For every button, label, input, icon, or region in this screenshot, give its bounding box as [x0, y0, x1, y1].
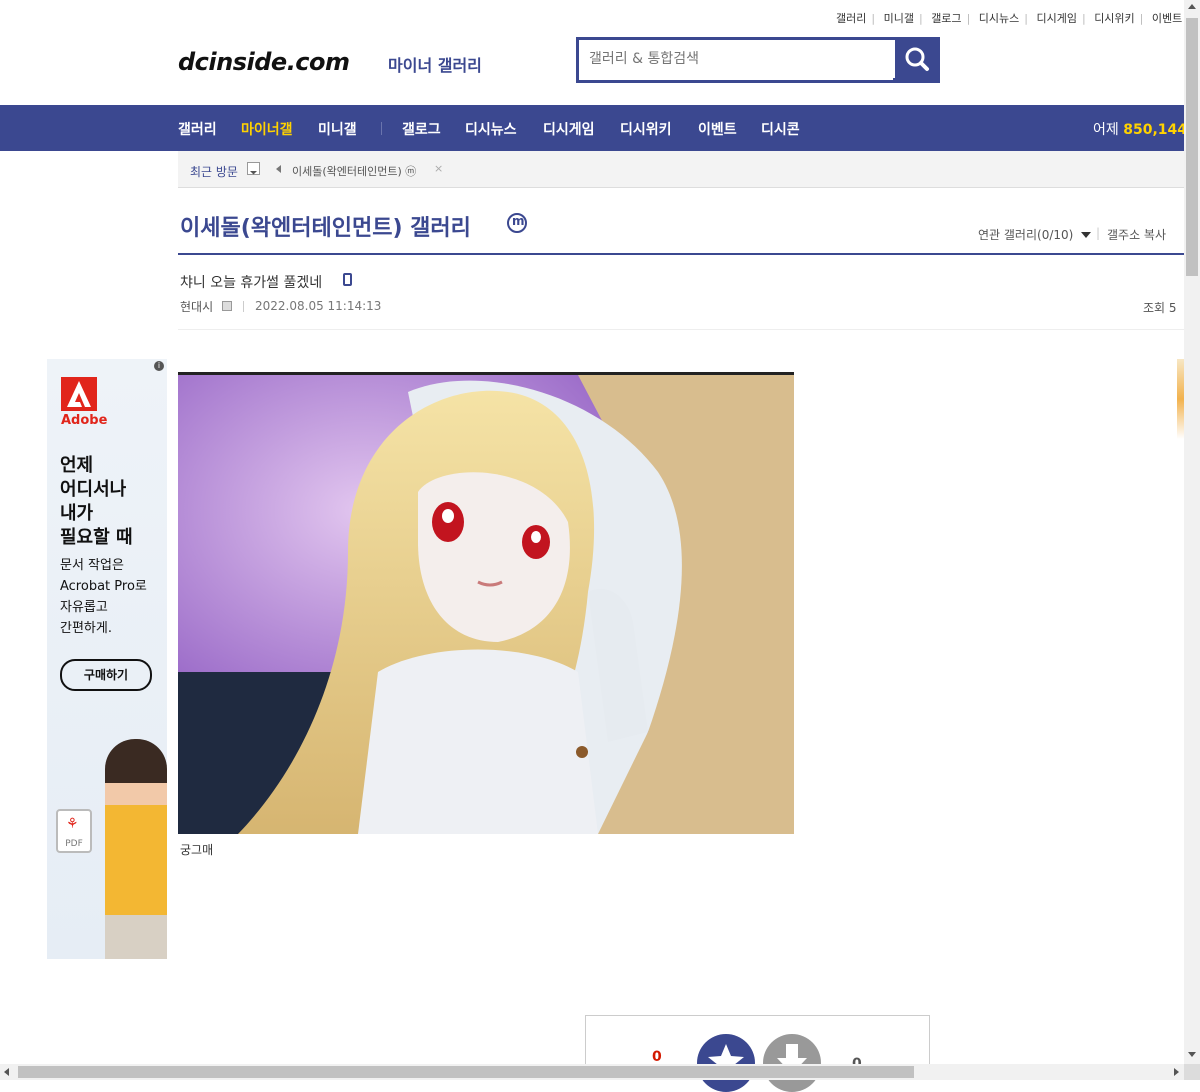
util-link-event[interactable]: 이벤트	[1152, 12, 1182, 25]
related-galleries[interactable]: 연관 갤러리(0/10)	[978, 226, 1092, 243]
post-title: 챠니 오늘 휴가썰 풀겠네	[180, 275, 323, 291]
horizontal-scrollbar[interactable]	[0, 1064, 1184, 1080]
recent-visit-bar: 최근 방문 이세돌(왁엔터테인먼트) ⓜ ×	[178, 151, 1184, 188]
nav-item-mini-gallery[interactable]: 미니갤	[318, 119, 357, 139]
ad-buy-button[interactable]: 구매하기	[60, 659, 152, 691]
post-views: 조회 5	[1143, 301, 1177, 315]
chevron-down-icon	[250, 171, 257, 175]
image-caption: 궁그매	[180, 843, 214, 857]
search-input[interactable]	[579, 40, 899, 78]
post-header-divider	[178, 329, 1184, 330]
scroll-left-icon[interactable]	[4, 1068, 9, 1076]
site-logo[interactable]: dcinside.com	[178, 48, 350, 76]
yesterday-label: 어제	[1093, 122, 1119, 138]
divider: |	[1096, 226, 1101, 240]
recent-visit-dropdown[interactable]	[247, 162, 260, 175]
gallery-title[interactable]: 이세돌(왁엔터테인먼트) 갤러리	[180, 210, 471, 242]
anime-character-image	[178, 372, 794, 834]
search-box	[576, 37, 899, 83]
ad-headline-line: 내가	[60, 503, 94, 524]
util-link-dcgame[interactable]: 디시게임	[1036, 12, 1076, 25]
upvote-count: 0	[652, 1049, 662, 1065]
ad-body: 문서 작업은 Acrobat Pro로 자유롭고 간편하게.	[60, 555, 147, 639]
badge-letter: m	[512, 214, 525, 228]
star-icon	[708, 1044, 744, 1078]
vertical-scrollbar[interactable]	[1184, 0, 1200, 1064]
mobile-icon	[343, 273, 352, 286]
util-link-dcwiki[interactable]: 디시위키	[1094, 12, 1134, 25]
horizontal-scroll-thumb[interactable]	[18, 1066, 914, 1078]
utility-links: 갤러리| 미니갤| 갤로그| 디시뉴스| 디시게임| 디시위키| 이벤트|	[836, 12, 1191, 25]
ad-info-icon[interactable]: i	[154, 361, 164, 371]
ad-headline-line: 언제	[60, 455, 94, 476]
related-galleries-label: 연관 갤러리(0/10)	[978, 228, 1074, 242]
ad-body-line: 간편하게.	[60, 621, 112, 636]
caret-down-icon	[1081, 232, 1092, 238]
nav-item-gallog[interactable]: 갤로그	[402, 119, 441, 139]
adobe-logo-icon	[61, 377, 97, 411]
right-ad-banner[interactable]	[1177, 359, 1184, 439]
ad-headline: 언제 어디서나 내가 필요할 때	[60, 454, 133, 550]
nav-item-minor-gallery[interactable]: 마이너갤	[241, 119, 293, 139]
nav-item-dcgame[interactable]: 디시게임	[543, 119, 595, 139]
util-link-gallog[interactable]: 갤로그	[931, 12, 961, 25]
yesterday-visitors: 어제 850,144	[1093, 119, 1187, 139]
scroll-down-icon[interactable]	[1188, 1052, 1196, 1057]
pdf-label: PDF	[65, 839, 83, 849]
scroll-up-icon[interactable]	[1188, 4, 1196, 9]
meta-divider	[243, 301, 244, 312]
scrollbar-corner	[1184, 1064, 1200, 1080]
util-link-minigall[interactable]: 미니갤	[884, 12, 914, 25]
ad-headline-line: 어디서나	[60, 479, 127, 500]
vertical-scroll-thumb[interactable]	[1186, 18, 1198, 276]
yesterday-value: 850,144	[1123, 122, 1187, 138]
main-nav: 갤러리 마이너갤 미니갤 갤로그 디시뉴스 디시게임 디시위키 이벤트 디시콘 …	[0, 105, 1187, 151]
recent-gallery-remove[interactable]: ×	[434, 162, 443, 175]
scroll-right-icon[interactable]	[1174, 1068, 1179, 1076]
post-date: 2022.08.05 11:14:13	[255, 299, 382, 313]
acrobat-icon: ⚘	[66, 816, 79, 832]
util-link-dcnews[interactable]: 디시뉴스	[979, 12, 1019, 25]
nav-divider	[381, 122, 382, 135]
post-image[interactable]	[178, 372, 794, 834]
downvote-button[interactable]	[763, 1034, 821, 1092]
ad-body-line: Acrobat Pro로	[60, 579, 147, 594]
ad-person-image	[105, 739, 167, 959]
minor-gallery-link[interactable]: 마이너 갤러리	[388, 52, 482, 76]
nav-item-dcnews[interactable]: 디시뉴스	[465, 119, 517, 139]
nav-item-dcwiki[interactable]: 디시위키	[620, 119, 672, 139]
upvote-button[interactable]	[697, 1034, 755, 1092]
ad-headline-line: 필요할 때	[60, 527, 133, 548]
minor-gallery-badge-icon: m	[507, 213, 527, 233]
recent-visit-label: 최근 방문	[190, 165, 238, 179]
ad-body-line: 문서 작업은	[60, 558, 124, 573]
recent-gallery-link[interactable]: 이세돌(왁엔터테인먼트) ⓜ	[292, 163, 416, 179]
fixed-nick-icon	[222, 301, 232, 311]
post-author[interactable]: 현대시	[180, 298, 213, 315]
adobe-ad-banner[interactable]: i Adobe 언제 어디서나 내가 필요할 때 문서 작업은 Acrobat …	[47, 359, 167, 959]
ad-body-line: 자유롭고	[60, 600, 108, 615]
gallery-title-underline	[178, 253, 1184, 255]
copy-address-button[interactable]: 갤주소 복사	[1107, 226, 1166, 243]
pdf-icon: ⚘ PDF	[56, 809, 92, 853]
util-link-gallery[interactable]: 갤러리	[836, 12, 866, 25]
down-arrow-icon	[777, 1044, 807, 1074]
nav-item-event[interactable]: 이벤트	[698, 119, 737, 139]
search-icon	[905, 47, 929, 71]
ad-brand: Adobe	[61, 413, 108, 428]
prev-arrow-icon[interactable]	[276, 165, 281, 173]
nav-item-dccon[interactable]: 디시콘	[761, 119, 800, 139]
nav-item-gallery[interactable]: 갤러리	[178, 119, 217, 139]
search-button[interactable]	[895, 37, 940, 83]
